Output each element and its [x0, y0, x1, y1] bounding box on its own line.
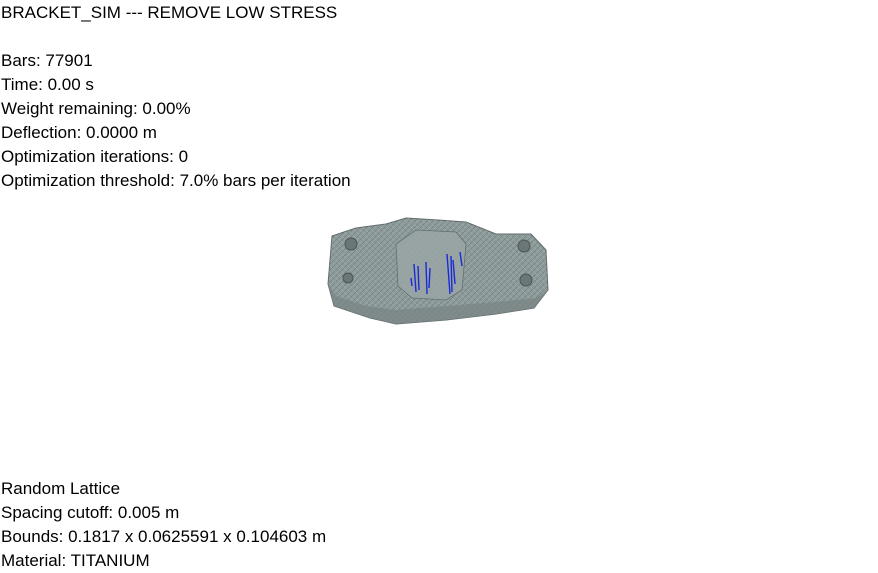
bracket-rib	[395, 229, 467, 301]
mounting-hole-4	[342, 272, 354, 284]
bracket-mesh	[327, 217, 549, 325]
spacing-cutoff: Spacing cutoff: 0.005 m	[1, 503, 180, 522]
hud-deflection: Deflection: 0.0000 m	[1, 123, 157, 142]
mounting-hole-3	[519, 273, 533, 287]
material: Material: TITANIUM	[1, 551, 150, 570]
bracket-model-viewport[interactable]	[326, 214, 550, 330]
hud-optimization-threshold: Optimization threshold: 7.0% bars per it…	[1, 171, 351, 190]
hud-weight-remaining: Weight remaining: 0.00%	[1, 99, 191, 118]
hud-title: BRACKET_SIM --- REMOVE LOW STRESS	[1, 3, 338, 22]
lattice-type: Random Lattice	[1, 479, 121, 498]
hud-time: Time: 0.00 s	[1, 75, 94, 94]
hud-bars-count: Bars: 77901	[1, 51, 93, 70]
mounting-hole-2	[517, 239, 531, 253]
bounds: Bounds: 0.1817 x 0.0625591 x 0.104603 m	[1, 527, 327, 546]
hud-optimization-iterations: Optimization iterations: 0	[1, 147, 189, 166]
mounting-hole-1	[344, 237, 358, 251]
